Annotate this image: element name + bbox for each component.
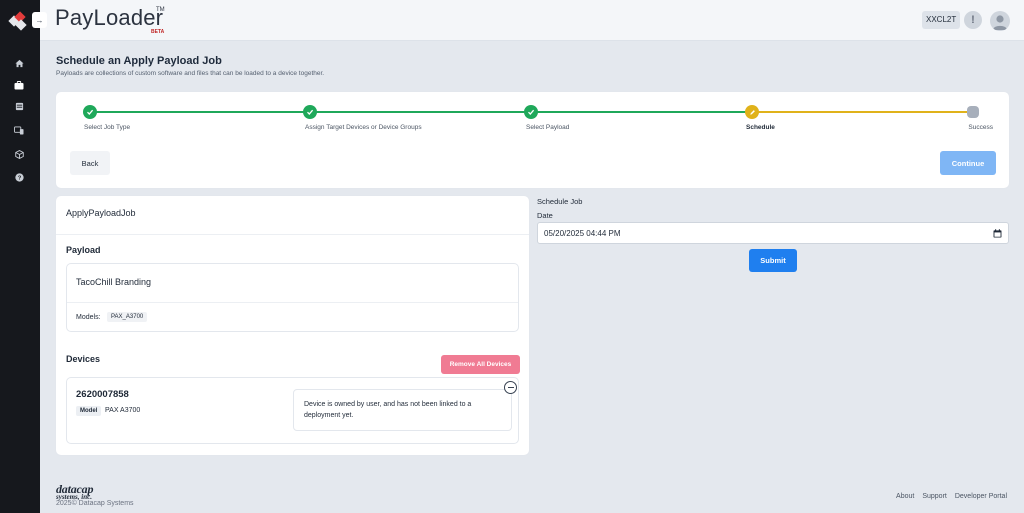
divider bbox=[56, 234, 529, 235]
payload-section-title: Payload bbox=[66, 245, 101, 255]
about-link[interactable]: About bbox=[896, 493, 914, 500]
beta-badge: BETA bbox=[151, 29, 165, 35]
step-connector bbox=[310, 111, 531, 113]
step-check-icon bbox=[303, 105, 317, 119]
device-serial: 2620007858 bbox=[76, 389, 129, 400]
copyright-text: 2025© Datacap Systems bbox=[56, 500, 134, 507]
remove-device-minus-icon[interactable] bbox=[504, 381, 517, 394]
step-edit-icon bbox=[745, 105, 759, 119]
date-label: Date bbox=[537, 211, 553, 220]
alert-icon[interactable]: ! bbox=[964, 11, 982, 29]
devices-icon[interactable] bbox=[12, 123, 26, 137]
device-status-note: Device is owned by user, and has not bee… bbox=[293, 389, 512, 431]
schedule-job-heading: Schedule Job bbox=[537, 197, 583, 206]
date-input-value: 05/20/2025 04:44 PM bbox=[544, 228, 621, 238]
step-pending-icon bbox=[967, 106, 979, 118]
continue-button[interactable]: Continue bbox=[940, 151, 996, 175]
model-chip: PAX_A3700 bbox=[107, 312, 148, 322]
step-label-success: Success bbox=[968, 124, 993, 131]
devices-section-title: Devices bbox=[66, 354, 101, 364]
step-check-icon bbox=[524, 105, 538, 119]
page-title: Schedule an Apply Payload Job bbox=[56, 55, 222, 67]
step-check-icon bbox=[83, 105, 97, 119]
device-card: 2620007858 Model PAX A3700 Device is own… bbox=[66, 377, 519, 444]
avatar[interactable] bbox=[990, 11, 1010, 31]
job-summary-card: ApplyPayloadJob Payload TacoChill Brandi… bbox=[56, 196, 529, 455]
model-label-chip: Model bbox=[76, 406, 102, 416]
home-icon[interactable] bbox=[12, 56, 26, 70]
app-logo-icon bbox=[8, 11, 27, 31]
job-name: ApplyPayloadJob bbox=[66, 208, 136, 218]
step-label-select-payload: Select Payload bbox=[526, 124, 570, 131]
step-label-schedule: Schedule bbox=[746, 124, 775, 131]
support-link[interactable]: Support bbox=[922, 493, 947, 500]
inbox-icon[interactable] bbox=[12, 99, 26, 113]
submit-button[interactable]: Submit bbox=[749, 249, 797, 272]
briefcase-icon[interactable] bbox=[6, 75, 32, 95]
back-button[interactable]: Back bbox=[70, 151, 110, 175]
divider bbox=[67, 302, 518, 303]
package-icon[interactable] bbox=[12, 147, 26, 161]
step-connector bbox=[752, 111, 973, 113]
trademark-mark: TM bbox=[156, 7, 165, 13]
app-title: PayLoader bbox=[55, 5, 164, 30]
stepper-card: Select Job Type Assign Target Devices or… bbox=[56, 92, 1009, 188]
payload-name: TacoChill Branding bbox=[76, 277, 152, 287]
models-label: Models: bbox=[76, 314, 101, 321]
step-connector bbox=[531, 111, 752, 113]
page-subtitle: Payloads are collections of custom softw… bbox=[56, 70, 325, 77]
device-model: PAX A3700 bbox=[105, 407, 141, 414]
step-label-select-job-type: Select Job Type bbox=[84, 124, 131, 131]
footer-links: About Support Developer Portal bbox=[896, 493, 1007, 500]
top-header: → PayLoader TM BETA XXCL2T ! bbox=[32, 0, 1024, 41]
step-connector bbox=[90, 111, 310, 113]
remove-all-devices-button[interactable]: Remove All Devices bbox=[441, 355, 520, 374]
step-label-assign-devices: Assign Target Devices or Device Groups bbox=[305, 124, 422, 131]
account-code-badge[interactable]: XXCL2T bbox=[922, 11, 961, 29]
help-icon[interactable]: ? bbox=[12, 170, 26, 184]
calendar-icon[interactable] bbox=[993, 228, 1002, 238]
developer-portal-link[interactable]: Developer Portal bbox=[955, 493, 1007, 500]
sidebar: ? bbox=[0, 0, 40, 513]
date-input[interactable]: 05/20/2025 04:44 PM bbox=[537, 222, 1009, 244]
expand-sidebar-arrow-icon[interactable]: → bbox=[32, 12, 47, 28]
svg-text:?: ? bbox=[17, 175, 21, 181]
company-logo: datacap systems, inc. bbox=[56, 483, 146, 501]
payload-card: TacoChill Branding Models: PAX_A3700 bbox=[66, 263, 519, 332]
